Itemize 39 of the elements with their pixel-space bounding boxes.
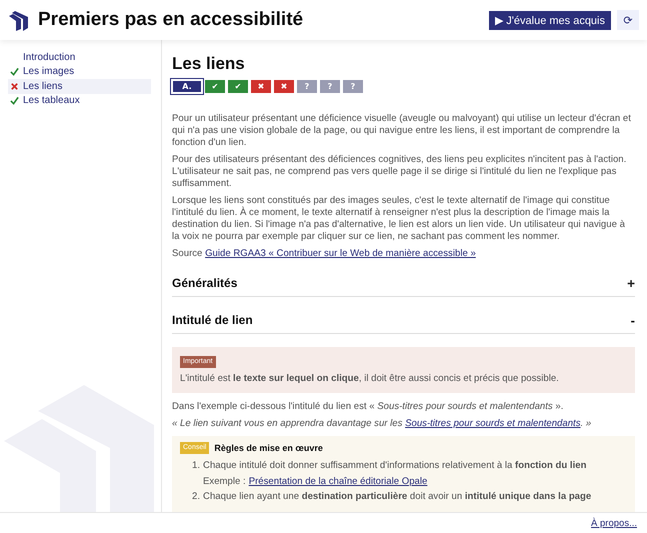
- rule-text: Chaque intitulé doit donner suffisamment d'informations relativement à la fonction du lien: [203, 460, 586, 472]
- check-icon: [10, 96, 19, 106]
- sidebar-item[interactable]: Les images: [8, 64, 151, 79]
- check-icon: [10, 67, 19, 76]
- sidebar-item[interactable]: Les liens: [8, 79, 151, 94]
- section-heading[interactable]: Intitulé de lien: [172, 312, 631, 328]
- source-label: Source: [172, 248, 202, 259]
- paragraph: Pour des utilisateurs présentant des déficiences cognitives, des liens peu explicites n'incitent pas à l'action. L'utilisateur ne sait pas, ne comprend pas vers quelle page il se dirige si l'intitulé du lien ne l'explique pas suffisamment.: [172, 154, 628, 190]
- step-button[interactable]: ✔: [205, 80, 225, 93]
- list-number: 2.: [192, 491, 200, 504]
- quote-link[interactable]: Sous-titres pour sourds et malentendants: [405, 418, 581, 429]
- evaluate-button[interactable]: ▶ J'évalue mes acquis: [489, 10, 611, 30]
- paragraph: Lorsque les liens sont constitués par des images seules, c'est le texte alternatif de l'image qui constitue l'intitulé du lien. À ce moment, le texte alternatif à renseigner n'est plus la description de l'image mais la destination du lien. Si l'image n'a pas d'alternative, le lien est alors un lien vide. Un utilisateur qui navigue à la voix ne pourra par exemple par cliquer sur ce lien, ne sachant pas comment les nommer.: [172, 195, 626, 243]
- sidebar-item[interactable]: Les tableaux: [8, 94, 151, 108]
- logo-icon: [8, 9, 30, 31]
- paragraph: Pour un utilisateur présentant une déficience visuelle (aveugle ou malvoyant) qui utilise un lecteur d'écran et qui n'a pas une vision globale de la page, ou qui navigue entre les liens, il est important de comprendre la fonction d'un lien.: [172, 113, 632, 149]
- example-label: Exemple :: [203, 476, 246, 488]
- quote-end: . »: [580, 418, 592, 429]
- advice-title: Règles de mise en œuvre: [214, 442, 323, 454]
- page-title: Les liens: [172, 54, 246, 74]
- step-button[interactable]: ✖: [274, 80, 294, 93]
- source-link[interactable]: Guide RGAA3 « Contribuer sur le Web de manière accessible »: [205, 248, 476, 259]
- step-button[interactable]: ✖: [251, 80, 271, 93]
- step-button[interactable]: A.: [172, 80, 202, 93]
- app-title: Premiers pas en accessibilité: [38, 9, 304, 31]
- list-number: 1.: [192, 460, 200, 473]
- toggle-button[interactable]: -: [630, 312, 635, 328]
- quote-text: « Le lien suivant vous en apprendra davantage sur les: [172, 418, 402, 429]
- cross-icon: [10, 82, 19, 91]
- callout-text: L'intitulé est le texte sur lequel on clique, il doit être aussi concis et précis que possible.: [180, 373, 560, 385]
- step-button[interactable]: ✔: [228, 80, 248, 93]
- section-heading[interactable]: Généralités: [172, 275, 628, 291]
- sidebar-item[interactable]: Introduction: [8, 50, 151, 64]
- reset-button[interactable]: ⟳: [617, 10, 639, 30]
- example-link[interactable]: Présentation de la chaîne éditoriale Opale: [248, 476, 428, 488]
- example-text: Dans l'exemple ci-dessous l'intitulé du lien est « Sous-titres pour sourds et malentendants ».: [172, 401, 564, 413]
- about-link[interactable]: À propos...: [591, 518, 637, 528]
- rule-text: Chaque lien ayant une destination particulière doit avoir un intitulé unique dans la page: [203, 491, 592, 503]
- toggle-button[interactable]: +: [627, 276, 635, 290]
